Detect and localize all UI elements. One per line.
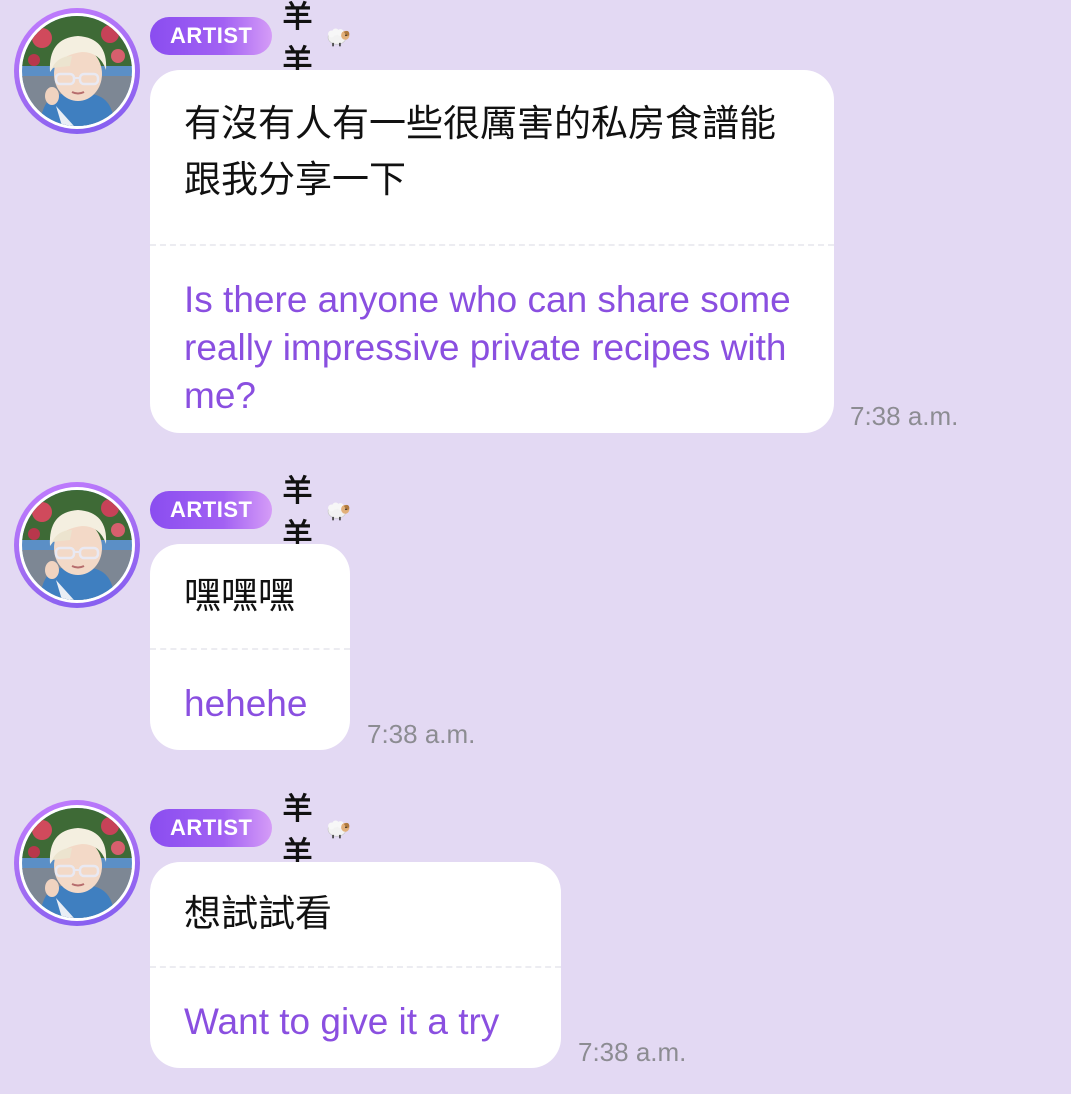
sender-row: ARTIST 羊羊: [150, 792, 351, 871]
artist-badge: ARTIST: [150, 809, 273, 847]
timestamp: 7:38 a.m.: [578, 1037, 687, 1067]
message-bubble[interactable]: 有沒有人有一些很厲害的私房食譜能跟我分享一下 Is there anyone w…: [150, 70, 834, 433]
original-text: 嘿嘿嘿: [184, 574, 295, 617]
translation-text: Is there anyone who can share some reall…: [184, 279, 791, 416]
translation-text: hehehe: [184, 683, 308, 724]
sender-name[interactable]: 羊羊: [282, 0, 323, 80]
timestamp: 7:38 a.m.: [367, 719, 476, 749]
avatar[interactable]: [14, 800, 140, 926]
sender-row: ARTIST 羊羊: [150, 474, 351, 553]
message-bubble[interactable]: 嘿嘿嘿 hehehe: [150, 544, 350, 750]
avatar-photo: [22, 808, 132, 918]
sender-row: ARTIST 羊羊: [150, 0, 351, 79]
timestamp: 7:38 a.m.: [850, 401, 959, 431]
translation-text: Want to give it a try: [184, 1001, 500, 1042]
original-text: 想試試看: [184, 892, 332, 935]
artist-badge: ARTIST: [150, 491, 273, 529]
sheep-icon: [326, 812, 351, 844]
avatar[interactable]: [14, 8, 140, 134]
original-text: 有沒有人有一些很厲害的私房食譜能跟我分享一下: [184, 102, 776, 201]
sheep-icon: [326, 20, 351, 52]
artist-badge: ARTIST: [150, 17, 273, 55]
sheep-icon: [326, 494, 351, 526]
chat-thread: ARTIST 羊羊 有沒有人有一些很厲害的私房食譜能跟我分享一下 Is ther…: [0, 0, 1071, 1094]
avatar-photo: [22, 490, 132, 600]
sender-name[interactable]: 羊羊: [282, 784, 323, 872]
message-bubble[interactable]: 想試試看 Want to give it a try: [150, 862, 561, 1068]
avatar[interactable]: [14, 482, 140, 608]
sender-name[interactable]: 羊羊: [282, 466, 323, 554]
avatar-photo: [22, 16, 132, 126]
